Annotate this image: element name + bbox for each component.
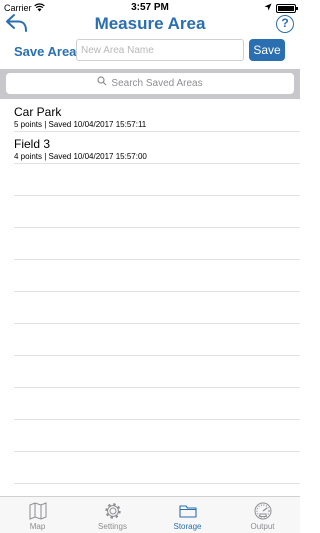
list-item[interactable]: Field 3 4 points | Saved 10/04/2017 15:5…: [14, 132, 300, 164]
save-area-label: Save Area: [14, 44, 77, 59]
tab-bar: Map Settings Storage Output: [0, 496, 300, 533]
empty-row: [14, 324, 300, 356]
navigation-bar: Measure Area ?: [0, 12, 300, 36]
search-input[interactable]: Search Saved Areas: [6, 73, 294, 94]
search-placeholder: Search Saved Areas: [111, 78, 203, 90]
help-button[interactable]: ?: [276, 15, 294, 33]
save-area-row: Save Area Save: [0, 39, 300, 63]
area-meta: 5 points | Saved 10/04/2017 15:57:11: [14, 120, 147, 129]
tab-settings[interactable]: Settings: [75, 499, 150, 533]
list-item[interactable]: Car Park 5 points | Saved 10/04/2017 15:…: [14, 100, 300, 132]
folder-icon: [178, 505, 197, 518]
tab-output[interactable]: Output: [225, 499, 300, 533]
tab-storage[interactable]: Storage: [150, 499, 225, 533]
tab-map[interactable]: Map: [0, 499, 75, 533]
empty-row: [14, 260, 300, 292]
tab-label: Output: [250, 522, 275, 531]
area-name: Car Park: [14, 105, 62, 119]
area-name: Field 3: [14, 137, 51, 151]
search-icon: [97, 73, 107, 94]
gauge-icon: [254, 502, 271, 520]
empty-row: [14, 420, 300, 452]
search-bar-container: Search Saved Areas: [0, 69, 300, 99]
page-title: Measure Area: [94, 14, 206, 33]
tab-label: Map: [29, 522, 46, 531]
map-icon: [29, 502, 46, 520]
tab-label: Settings: [98, 522, 127, 531]
saved-areas-list: Car Park 5 points | Saved 10/04/2017 15:…: [0, 100, 300, 484]
empty-row: [14, 164, 300, 196]
empty-row: [14, 196, 300, 228]
empty-row: [14, 356, 300, 388]
empty-row: [14, 228, 300, 260]
empty-row: [14, 388, 300, 420]
tab-label: Storage: [173, 522, 202, 531]
empty-row: [14, 452, 300, 484]
empty-row: [14, 292, 300, 324]
area-meta: 4 points | Saved 10/04/2017 15:57:00: [14, 152, 147, 161]
area-name-input[interactable]: [76, 39, 244, 61]
gear-icon: [104, 503, 121, 519]
save-button[interactable]: Save: [249, 39, 285, 61]
